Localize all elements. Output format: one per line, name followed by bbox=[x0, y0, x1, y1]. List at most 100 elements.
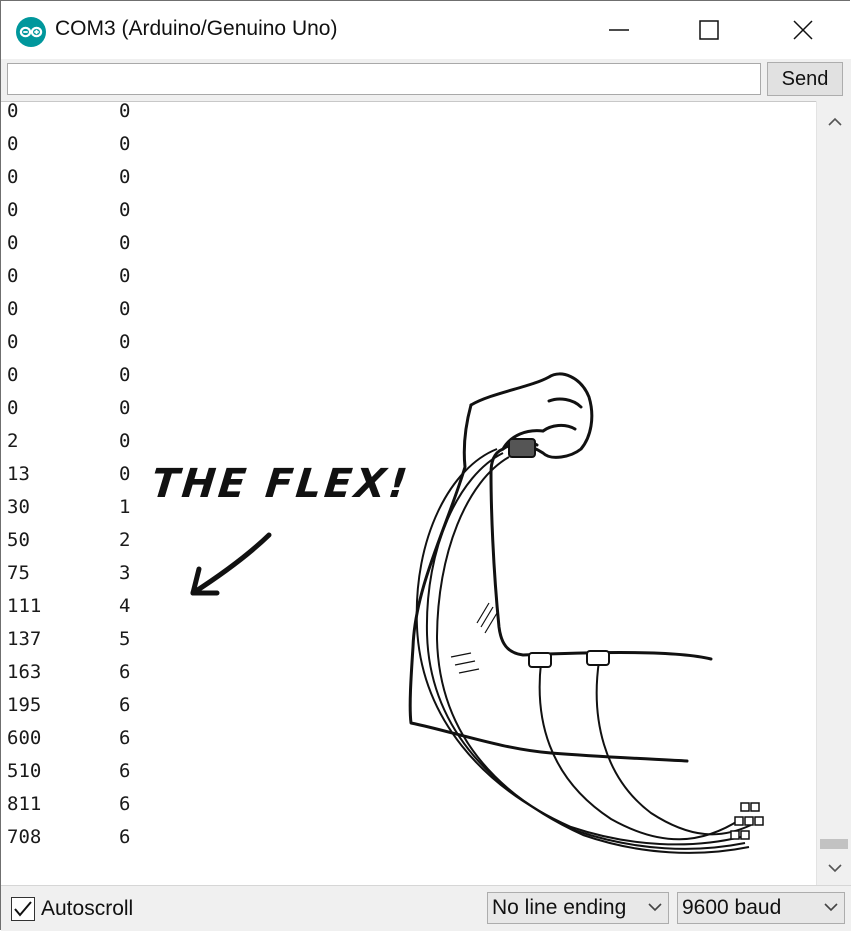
serial-value-1: 30 bbox=[7, 496, 30, 518]
serial-value-1: 0 bbox=[7, 166, 19, 188]
serial-value-1: 0 bbox=[7, 133, 19, 155]
send-row: Send bbox=[1, 59, 851, 101]
chevron-up-icon bbox=[827, 117, 842, 126]
serial-value-1: 75 bbox=[7, 562, 30, 584]
serial-line: 00 bbox=[7, 101, 130, 133]
serial-line: 00 bbox=[7, 166, 130, 199]
serial-value-1: 510 bbox=[7, 760, 42, 782]
line-ending-select[interactable]: No line ending bbox=[487, 892, 669, 924]
checkmark-icon bbox=[14, 901, 32, 917]
serial-value-2: 0 bbox=[119, 463, 131, 485]
baud-rate-select[interactable]: 9600 baud bbox=[677, 892, 845, 924]
serial-line: 708 6 bbox=[7, 826, 130, 859]
scroll-up-button[interactable] bbox=[817, 103, 852, 141]
serial-value-2: 1 bbox=[119, 496, 131, 518]
annotation-text: THE FLEX! bbox=[151, 461, 412, 507]
chevron-down-icon bbox=[648, 903, 662, 912]
serial-value-2: 5 bbox=[119, 628, 131, 650]
serial-value-2: 2 bbox=[119, 529, 131, 551]
serial-value-1: 811 bbox=[7, 793, 42, 815]
scrollbar-thumb[interactable] bbox=[820, 839, 848, 849]
serial-value-2: 6 bbox=[119, 661, 131, 683]
send-input[interactable] bbox=[7, 63, 761, 95]
serial-value-1: 600 bbox=[7, 727, 42, 749]
serial-line: 163 6 bbox=[7, 661, 130, 694]
serial-value-1: 111 bbox=[7, 595, 42, 617]
serial-value-1: 0 bbox=[7, 298, 19, 320]
baud-rate-value: 9600 baud bbox=[682, 896, 782, 919]
hand-drawn-arrow-icon bbox=[190, 532, 272, 596]
serial-value-2: 0 bbox=[119, 166, 131, 188]
serial-value-1: 0 bbox=[7, 232, 19, 254]
serial-value-1: 0 bbox=[7, 101, 19, 122]
serial-line: 137 5 bbox=[7, 628, 130, 661]
title-bar: COM3 (Arduino/Genuino Uno) bbox=[1, 1, 851, 59]
minimize-button[interactable] bbox=[573, 1, 665, 59]
serial-line: 00 bbox=[7, 397, 130, 430]
serial-value-1: 0 bbox=[7, 397, 19, 419]
serial-line: 510 6 bbox=[7, 760, 130, 793]
serial-line: 195 6 bbox=[7, 694, 130, 727]
serial-value-1: 0 bbox=[7, 364, 19, 386]
serial-line: 111 4 bbox=[7, 595, 130, 628]
chevron-down-icon bbox=[824, 903, 838, 912]
serial-value-1: 0 bbox=[7, 199, 19, 221]
serial-line: 20 bbox=[7, 430, 130, 463]
serial-line: 00 bbox=[7, 298, 130, 331]
serial-line: 00 bbox=[7, 133, 130, 166]
autoscroll-label: Autoscroll bbox=[41, 897, 134, 920]
serial-value-2: 0 bbox=[119, 298, 131, 320]
serial-line: 811 6 bbox=[7, 793, 130, 826]
serial-line: 00 bbox=[7, 199, 130, 232]
serial-line: 00 bbox=[7, 331, 130, 364]
bottom-bar: Autoscroll No line ending 9600 baud bbox=[1, 885, 851, 931]
close-button[interactable] bbox=[757, 1, 849, 59]
serial-line: 00 bbox=[7, 232, 130, 265]
serial-value-1: 137 bbox=[7, 628, 42, 650]
serial-value-2: 0 bbox=[119, 364, 131, 386]
serial-value-2: 4 bbox=[119, 595, 131, 617]
serial-value-1: 0 bbox=[7, 265, 19, 287]
send-button[interactable]: Send bbox=[767, 62, 843, 96]
serial-line: 00 bbox=[7, 364, 130, 397]
serial-value-2: 0 bbox=[119, 265, 131, 287]
autoscroll-checkbox[interactable] bbox=[11, 897, 35, 921]
serial-line: 13 0 bbox=[7, 463, 130, 496]
serial-line: 600 6 bbox=[7, 727, 130, 760]
flexed-arm-illustration: THE FLEX! bbox=[151, 372, 764, 854]
serial-value-2: 6 bbox=[119, 793, 131, 815]
serial-value-2: 0 bbox=[119, 331, 131, 353]
serial-value-2: 0 bbox=[119, 101, 131, 122]
minimize-icon bbox=[609, 29, 629, 31]
maximize-button[interactable] bbox=[663, 1, 755, 59]
serial-value-2: 0 bbox=[119, 232, 131, 254]
serial-value-1: 0 bbox=[7, 331, 19, 353]
serial-value-1: 50 bbox=[7, 529, 30, 551]
serial-value-2: 3 bbox=[119, 562, 131, 584]
scroll-down-button[interactable] bbox=[817, 849, 852, 887]
serial-value-2: 6 bbox=[119, 727, 131, 749]
serial-value-1: 163 bbox=[7, 661, 42, 683]
serial-value-2: 6 bbox=[119, 694, 131, 716]
serial-value-2: 6 bbox=[119, 760, 131, 782]
serial-line: 00 bbox=[7, 265, 130, 298]
serial-line: 50 2 bbox=[7, 529, 130, 562]
vertical-scrollbar[interactable] bbox=[816, 101, 851, 885]
maximize-icon bbox=[699, 20, 719, 40]
serial-value-1: 13 bbox=[7, 463, 30, 485]
serial-output-area[interactable]: THE FLEX! 0 0 0 0 0 0 0 0 0 0 0 0 0 0 0 … bbox=[1, 101, 816, 886]
window-title: COM3 (Arduino/Genuino Uno) bbox=[55, 17, 338, 40]
serial-value-1: 708 bbox=[7, 826, 42, 848]
serial-value-2: 6 bbox=[119, 826, 131, 848]
serial-monitor-window: COM3 (Arduino/Genuino Uno) Send THE FLEX… bbox=[0, 0, 851, 931]
serial-value-1: 2 bbox=[7, 430, 19, 452]
serial-line: 75 3 bbox=[7, 562, 130, 595]
line-ending-value: No line ending bbox=[492, 896, 627, 919]
serial-value-1: 195 bbox=[7, 694, 42, 716]
arduino-logo-icon bbox=[16, 17, 46, 47]
serial-line: 30 1 bbox=[7, 496, 130, 529]
serial-value-2: 0 bbox=[119, 133, 131, 155]
chevron-down-icon bbox=[827, 864, 842, 873]
serial-value-2: 0 bbox=[119, 199, 131, 221]
close-icon bbox=[793, 20, 813, 40]
